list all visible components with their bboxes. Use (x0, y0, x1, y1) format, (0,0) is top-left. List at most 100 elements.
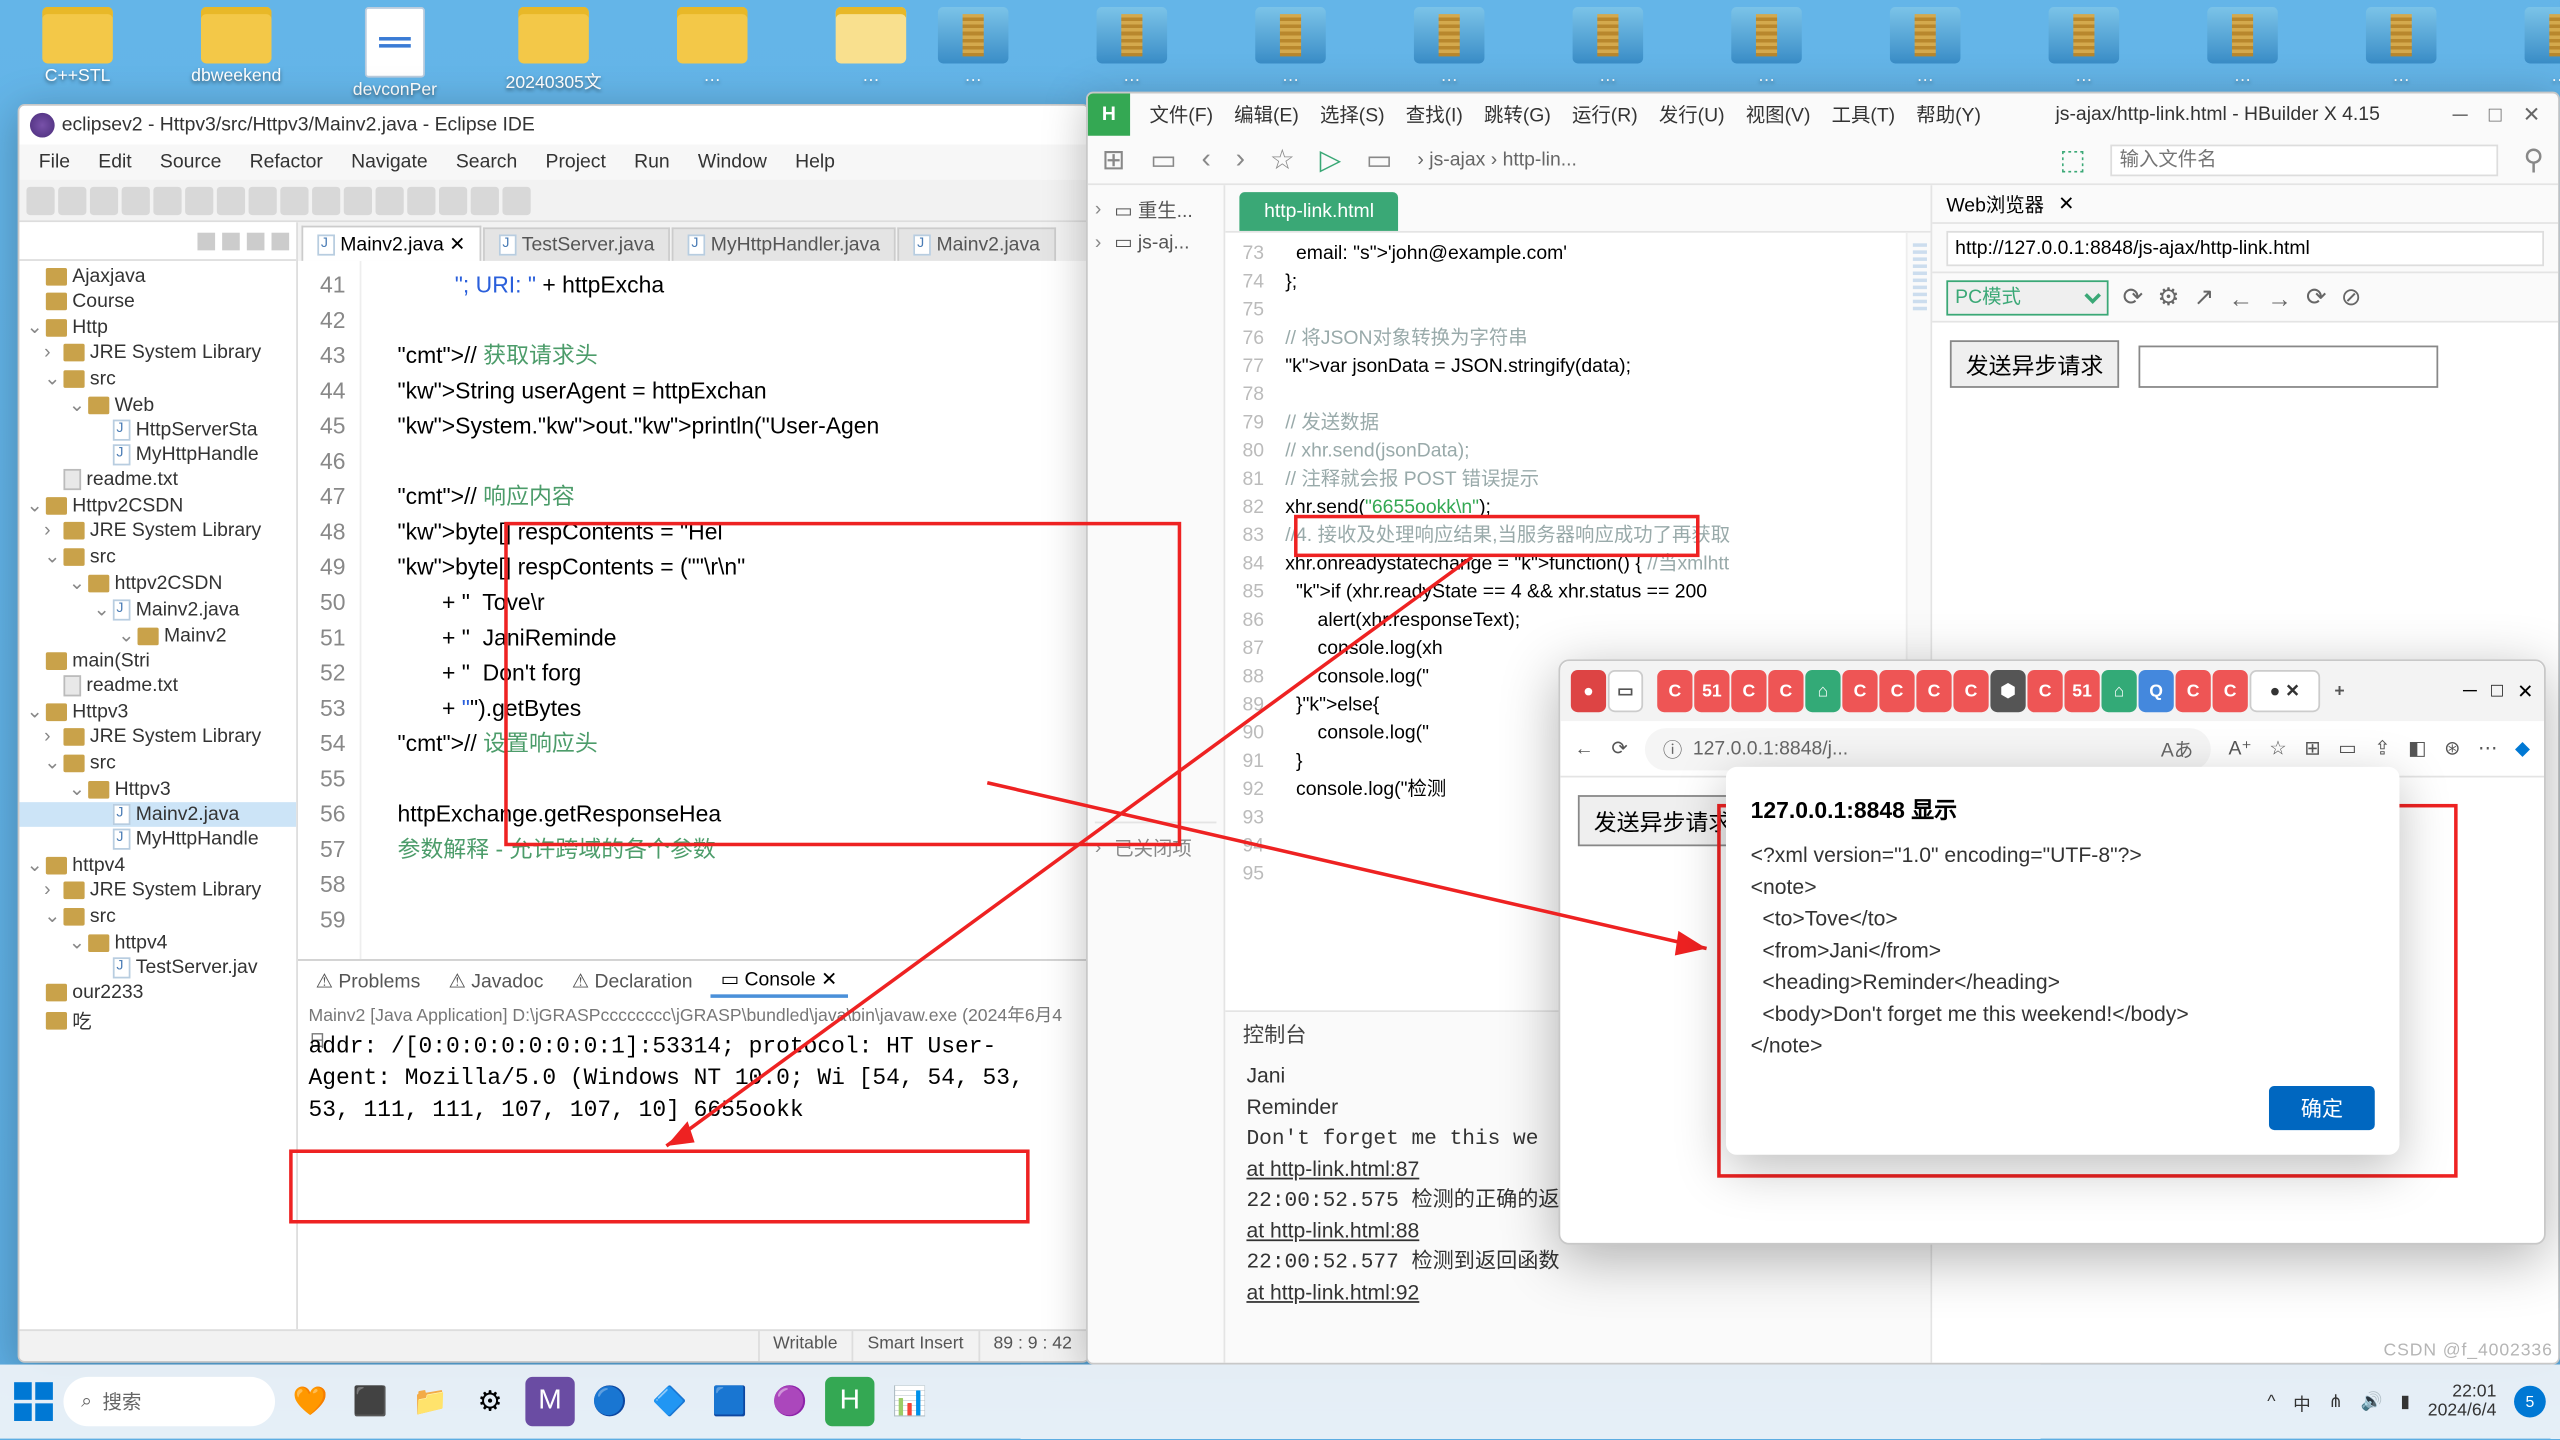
read-aloud-icon[interactable]: A⁺ (2228, 737, 2251, 760)
browser-tab[interactable]: C (2027, 670, 2062, 712)
tree-item[interactable]: ⌄ src (19, 903, 296, 929)
menu-item[interactable]: 运行(R) (1563, 97, 1646, 132)
menu-item[interactable]: 文件(F) (1141, 97, 1222, 132)
send-async-button[interactable]: 发送异步请求 (1578, 795, 1747, 846)
copilot-icon[interactable]: ◆ (2515, 737, 2530, 760)
tree-item[interactable]: ⌄ Http (19, 314, 296, 340)
taskbar-search[interactable]: ⌕搜索 (63, 1377, 275, 1426)
reload-icon[interactable]: ⟳ (2306, 282, 2327, 312)
preview-icon[interactable]: ⬚ (2059, 142, 2086, 177)
notification-icon[interactable]: 5 (2514, 1386, 2546, 1418)
taskbar-app[interactable]: 🧡 (286, 1377, 335, 1426)
tree-item[interactable]: › JRE System Library (19, 340, 296, 365)
toolbar[interactable] (19, 180, 1087, 222)
menu-item[interactable]: Edit (86, 150, 144, 175)
back-icon[interactable]: ← (2228, 283, 2253, 311)
editor-tab[interactable]: TestServer.java (483, 227, 670, 260)
edge-icon[interactable]: 🟦 (705, 1377, 754, 1426)
bottom-tab[interactable]: ⚠ Declaration (561, 965, 703, 995)
desktop-zip[interactable]: … (1245, 7, 1337, 86)
profile-icon[interactable]: ● (1571, 670, 1606, 712)
volume-icon[interactable]: 🔊 (2361, 1392, 2383, 1411)
desktop-zip[interactable]: … (1721, 7, 1813, 86)
tab-http-link[interactable]: http-link.html (1239, 192, 1398, 231)
menu-icon[interactable]: ⋯ (2478, 737, 2497, 760)
ime-icon[interactable]: 中 (2293, 1388, 2311, 1414)
tree-item[interactable]: ⌄ src (19, 749, 296, 775)
star-icon[interactable]: ☆ (2269, 737, 2286, 760)
tree-item[interactable]: MyHttpHandle (19, 827, 296, 852)
browser-tab[interactable]: C (2213, 670, 2248, 712)
tree-item[interactable]: HttpServerSta (19, 418, 296, 443)
tree-item[interactable]: readme.txt (19, 467, 296, 492)
taskbar-app[interactable]: 📊 (885, 1377, 934, 1426)
workspace-icon[interactable]: ▭ (1608, 670, 1643, 712)
taskbar-app[interactable]: M (525, 1377, 574, 1426)
menu-item[interactable]: Help (783, 150, 848, 175)
collections-icon[interactable]: ▭ (2338, 737, 2356, 760)
menu-item[interactable]: Run (622, 150, 682, 175)
new-tab-button[interactable]: + (2322, 670, 2357, 712)
menu-item[interactable]: Window (686, 150, 780, 175)
browser-tab[interactable]: C (1842, 670, 1877, 712)
tree-item[interactable]: Course (19, 289, 296, 314)
tree-item[interactable]: ⌄ Mainv2 (19, 622, 296, 648)
save-icon[interactable]: ▭ (1150, 142, 1177, 177)
tree-item[interactable]: our2233 (19, 980, 296, 1005)
tree-item[interactable]: ⌄ src (19, 365, 296, 391)
alert-ok-button[interactable]: 确定 (2269, 1086, 2375, 1130)
close-icon[interactable]: ✕ (2058, 192, 2074, 215)
menu-item[interactable]: 视图(V) (1737, 97, 1819, 132)
window-controls[interactable]: ─□✕ (2435, 102, 2558, 127)
tree-item[interactable]: Mainv2.java (19, 802, 296, 827)
tree-item[interactable]: Ajaxjava (19, 264, 296, 289)
editor-tabs[interactable]: Mainv2.java ✕TestServer.javaMyHttpHandle… (298, 222, 1088, 261)
tree-item[interactable]: ⌄ Httpv2CSDN (19, 492, 296, 518)
tree-item[interactable]: TestServer.jav (19, 956, 296, 981)
desktop-zip[interactable]: … (2514, 7, 2560, 86)
desktop-zip[interactable]: … (1562, 7, 1654, 86)
menu-item[interactable]: 选择(S) (1311, 97, 1393, 132)
desktop-zip[interactable]: … (927, 7, 1019, 86)
toolbar[interactable]: ⊞ ▭ ‹ › ☆ ▷ ▭ › js-ajax › http-lin... ⬚ … (1088, 136, 2558, 185)
tree-item[interactable]: main(Stri (19, 649, 296, 674)
reader-icon[interactable]: Aあ (2161, 734, 2193, 762)
browser-tab[interactable]: 51 (2064, 670, 2099, 712)
sync-icon[interactable]: ⟳ (2123, 282, 2144, 312)
reload-icon[interactable]: ⟳ (1611, 737, 1627, 760)
file-search-input[interactable] (2111, 144, 2499, 176)
back-icon[interactable]: ← (1574, 738, 1593, 759)
filter-icon[interactable]: ⚲ (2523, 142, 2544, 177)
editor-tab[interactable]: Mainv2.java (898, 227, 1056, 260)
page-content[interactable]: 发送异步请求 127.0.0.1:8848 显示 <?xml version="… (1560, 777, 2544, 1242)
breadcrumb[interactable]: › js-ajax › http-lin... (1417, 149, 1577, 170)
tree-item[interactable]: ⌄ Mainv2.java (19, 596, 296, 622)
new-icon[interactable]: ⊞ (1102, 142, 1126, 177)
taskbar[interactable]: ⌕搜索 🧡 ⬛ 📁 ⚙ M 🔵 🔷 🟦 🟣 H 📊 ^ 中 ⋔ 🔊 ▮ 22:0… (0, 1365, 2560, 1439)
tree-item[interactable]: ⌄ Httpv3 (19, 776, 296, 802)
bottom-tab[interactable]: ▭ Console ✕ (710, 963, 848, 996)
project-explorer[interactable]: Ajaxjava Course⌄ Http› JRE System Librar… (19, 222, 298, 1329)
browser-tab[interactable]: ⌂ (2101, 670, 2136, 712)
menu-item[interactable]: 发行(U) (1650, 97, 1733, 132)
bottom-tab[interactable]: ⚠ Javadoc (438, 965, 554, 995)
desktop-zip[interactable]: … (2038, 7, 2130, 86)
stop-icon[interactable]: ⊘ (2341, 282, 2362, 312)
desktop-folder[interactable]: dbweekend (190, 7, 282, 100)
browser-tab-active[interactable]: ● ✕ (2250, 670, 2321, 712)
ext-icon[interactable]: ⊞ (2304, 737, 2320, 760)
browser-tab[interactable]: C (1953, 670, 1988, 712)
share-icon[interactable]: ⇪ (2374, 737, 2390, 760)
settings-icon[interactable]: ⚙ (465, 1377, 514, 1426)
desktop-folder[interactable]: … (825, 7, 917, 100)
chrome-icon[interactable]: 🔵 (585, 1377, 634, 1426)
menu-item[interactable]: 工具(T) (1823, 97, 1904, 132)
code-editor[interactable]: 41 42 43 44 45 46 47 48 49 50 51 52 53 5… (298, 261, 1088, 959)
tree-item[interactable]: › JRE System Library (19, 518, 296, 543)
desktop-zip[interactable]: … (2355, 7, 2447, 86)
bottom-tab[interactable]: ⚠ Problems (305, 965, 431, 995)
taskbar-app[interactable]: 🔷 (645, 1377, 694, 1426)
close-icon[interactable]: ✕ (2517, 680, 2533, 703)
browser-tab[interactable]: ⬢ (1990, 670, 2025, 712)
editor-tab[interactable]: MyHttpHandler.java (672, 227, 896, 260)
